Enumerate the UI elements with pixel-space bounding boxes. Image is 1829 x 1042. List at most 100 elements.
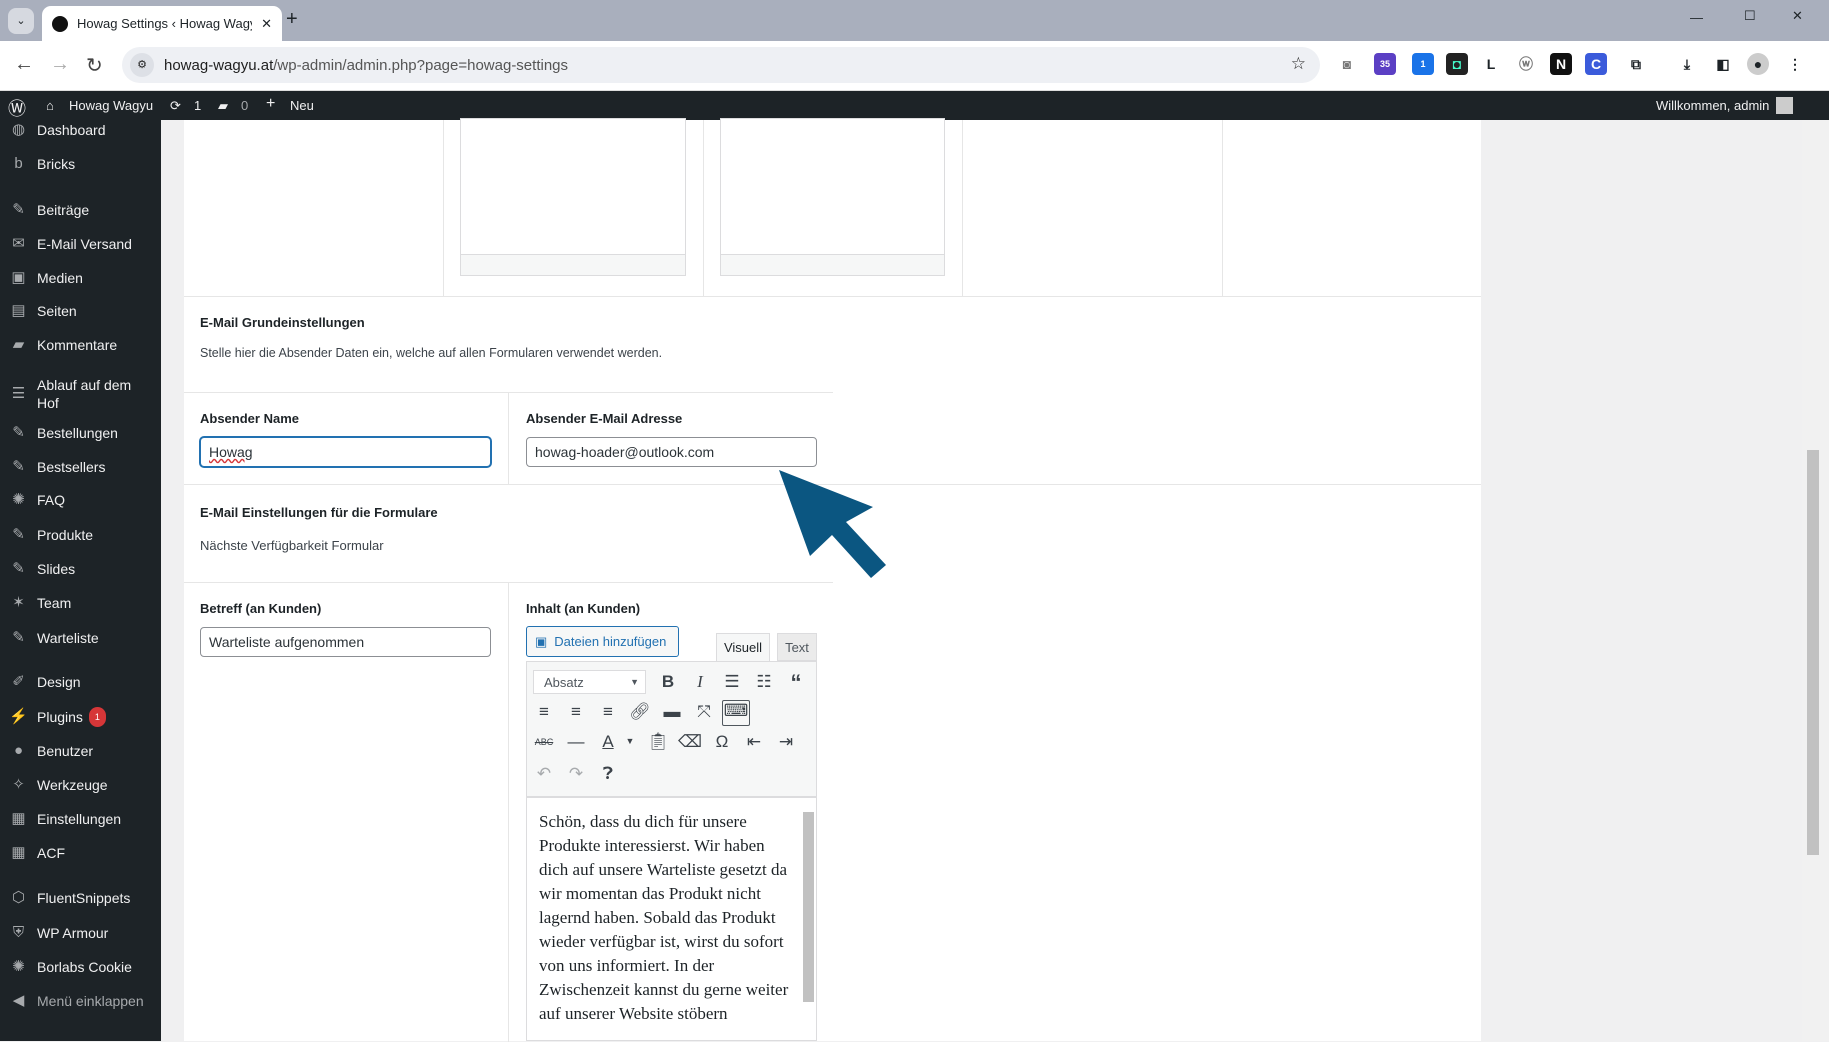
profile-avatar[interactable]: ● xyxy=(1747,53,1769,75)
indent-icon[interactable]: ⇥ xyxy=(772,732,800,752)
align-center-icon[interactable]: ≡ xyxy=(562,702,590,722)
toolbar-toggle-icon[interactable]: ⌨ xyxy=(722,700,750,726)
sidebar-item-beiträge[interactable]: ✎ Beiträge xyxy=(0,195,161,225)
textarea-previous-2[interactable] xyxy=(720,118,945,276)
browser-tab[interactable]: Howag Settings ‹ Howag Wagyu ✕ xyxy=(42,6,282,41)
camera-icon[interactable]: ◙ xyxy=(1336,53,1358,75)
site-name-link[interactable]: Howag Wagyu xyxy=(69,98,153,113)
content-editor[interactable]: Schön, dass du dich für unsere Produkte … xyxy=(526,797,817,1041)
undo-icon[interactable]: ↶ xyxy=(530,764,558,784)
comments-icon[interactable]: ▰ xyxy=(218,98,228,114)
sidebar-item-team[interactable]: ✶ Team xyxy=(0,588,161,618)
sidebar-item-werkzeuge[interactable]: ✧ Werkzeuge xyxy=(0,770,161,800)
reload-icon[interactable]: ↻ xyxy=(86,53,103,78)
plus-icon[interactable]: + xyxy=(266,95,275,113)
help-icon[interactable]: ❓︎ xyxy=(594,764,622,784)
sidebar-item-design[interactable]: ✐ Design xyxy=(0,667,161,697)
sidebar-item-einstellungen[interactable]: ▦ Einstellungen xyxy=(0,804,161,834)
section-title-form-emails: E-Mail Einstellungen für die Formulare xyxy=(200,505,438,520)
tab-visual[interactable]: Visuell xyxy=(716,633,770,662)
forward-icon[interactable]: → xyxy=(50,53,70,76)
site-info-icon[interactable]: ⚙ xyxy=(130,53,154,77)
bullet-list-icon[interactable]: ☰ xyxy=(718,672,746,692)
horizontal-line-icon[interactable]: — xyxy=(562,732,590,752)
sidebar-item-bestsellers[interactable]: ✎ Bestsellers xyxy=(0,452,161,482)
subject-input[interactable]: Warteliste aufgenommen xyxy=(200,627,491,657)
clear-formatting-icon[interactable]: ⌫ xyxy=(676,732,704,752)
sender-name-input[interactable]: Howag xyxy=(200,437,491,467)
sidebar-item-warteliste[interactable]: ✎ Warteliste xyxy=(0,623,161,653)
scrollbar-thumb[interactable] xyxy=(1807,450,1819,855)
fullscreen-icon[interactable]: ⤧ xyxy=(690,702,718,722)
sidebar-item-benutzer[interactable]: ● Benutzer xyxy=(0,736,161,766)
tab-text[interactable]: Text xyxy=(777,633,817,661)
extension-c-icon[interactable]: C xyxy=(1585,53,1607,75)
sidebar-item-dashboard[interactable]: ◍ Dashboard xyxy=(0,115,161,145)
textarea-previous-1[interactable] xyxy=(460,118,686,276)
menu-icon[interactable]: ⋮ xyxy=(1784,53,1806,75)
sidebar-item-faq[interactable]: ✺ FAQ xyxy=(0,485,161,515)
sidebar-icon: ✐ xyxy=(12,673,25,690)
sidebar-item-kommentare[interactable]: ▰ Kommentare xyxy=(0,330,161,360)
align-right-icon[interactable]: ≡ xyxy=(594,702,622,722)
new-link[interactable]: Neu xyxy=(290,98,314,113)
sidebar-item-produkte[interactable]: ✎ Produkte xyxy=(0,520,161,550)
sidebar-icon: ⛨ xyxy=(12,924,25,941)
outdent-icon[interactable]: ⇤ xyxy=(740,732,768,752)
special-character-icon[interactable]: Ω xyxy=(708,732,736,752)
download-icon[interactable]: ⤓ xyxy=(1676,53,1698,75)
numbered-list-icon[interactable]: ☷ xyxy=(750,672,778,692)
sidebar-item-fluentsnippets[interactable]: ⬡ FluentSnippets xyxy=(0,883,161,913)
extension-icon[interactable]: ◘ xyxy=(1446,53,1468,75)
sidebar-icon: ⬡ xyxy=(11,889,26,906)
notion-icon[interactable]: N xyxy=(1550,53,1572,75)
sidebar-item-borlabs-cookie[interactable]: ✺ Borlabs Cookie xyxy=(0,952,161,982)
extension-w-icon[interactable]: ⓦ xyxy=(1515,53,1537,75)
welcome-user-link[interactable]: Willkommen, admin xyxy=(1656,98,1769,113)
extension-badge-icon[interactable]: 35 xyxy=(1374,53,1396,75)
sidebar-item-medien[interactable]: ▣ Medien xyxy=(0,263,161,293)
editor-scrollbar[interactable] xyxy=(803,812,814,1002)
sidebar-item-plugins[interactable]: ⚡ Plugins 1 xyxy=(0,702,161,732)
strikethrough-icon[interactable]: ABC xyxy=(530,737,558,747)
sidebar-item-acf[interactable]: ▦ ACF xyxy=(0,838,161,868)
updates-count[interactable]: 1 xyxy=(194,98,201,113)
align-left-icon[interactable]: ≡ xyxy=(530,702,558,722)
bookmark-star-icon[interactable]: ☆ xyxy=(1291,54,1306,74)
updates-icon[interactable]: ⟳ xyxy=(170,98,181,114)
paste-text-icon[interactable]: 📋︎ xyxy=(644,732,672,752)
side-panel-icon[interactable]: ◧ xyxy=(1712,53,1734,75)
user-avatar[interactable] xyxy=(1776,97,1793,114)
sidebar-item-seiten[interactable]: ▤ Seiten xyxy=(0,296,161,326)
back-icon[interactable]: ← xyxy=(14,53,34,76)
minimize-button[interactable]: — xyxy=(1690,10,1703,25)
close-window-button[interactable]: ✕ xyxy=(1792,8,1803,24)
blockquote-icon[interactable]: “ xyxy=(782,670,810,696)
extension-lock-icon[interactable]: 1 xyxy=(1412,53,1434,75)
redo-icon[interactable]: ↷ xyxy=(562,764,590,784)
sidebar-item-bricks[interactable]: b Bricks xyxy=(0,149,161,179)
italic-icon[interactable]: I xyxy=(686,672,714,692)
add-media-button[interactable]: ▣ Dateien hinzufügen xyxy=(526,626,679,657)
sidebar-item-wp-armour[interactable]: ⛨ WP Armour xyxy=(0,918,161,948)
sidebar-item-ablauf-auf-dem-hof[interactable]: ☰ Ablauf auf dem Hof xyxy=(0,374,161,414)
sidebar-item-bestellungen[interactable]: ✎ Bestellungen xyxy=(0,418,161,448)
sidebar-item-e-mail-versand[interactable]: ✉ E-Mail Versand xyxy=(0,229,161,259)
bold-icon[interactable]: B xyxy=(654,672,682,692)
new-tab-button[interactable]: + xyxy=(286,8,298,31)
tab-search-button[interactable]: ⌄ xyxy=(8,8,34,34)
url-bar[interactable]: ⚙ howag-wagyu.at/wp-admin/admin.php?page… xyxy=(122,47,1320,83)
maximize-button[interactable]: ☐ xyxy=(1744,8,1756,24)
text-color-dropdown-icon[interactable]: ▼ xyxy=(616,736,644,746)
home-icon: ⌂ xyxy=(46,98,54,113)
page-scrollbar[interactable] xyxy=(1802,120,1829,1041)
sidebar-item-slides[interactable]: ✎ Slides xyxy=(0,554,161,584)
read-more-icon[interactable]: ▬ xyxy=(658,702,686,722)
extension-l-icon[interactable]: L xyxy=(1480,53,1502,75)
sidebar-item-menü-einklappen[interactable]: ◀ Menü einklappen xyxy=(0,986,161,1016)
link-icon[interactable]: 🔗︎ xyxy=(626,702,654,722)
format-select[interactable]: Absatz ▼ xyxy=(533,670,646,694)
close-tab-icon[interactable]: ✕ xyxy=(261,16,272,32)
comments-count[interactable]: 0 xyxy=(241,98,248,113)
extensions-puzzle-icon[interactable]: ⧉ xyxy=(1625,53,1647,75)
